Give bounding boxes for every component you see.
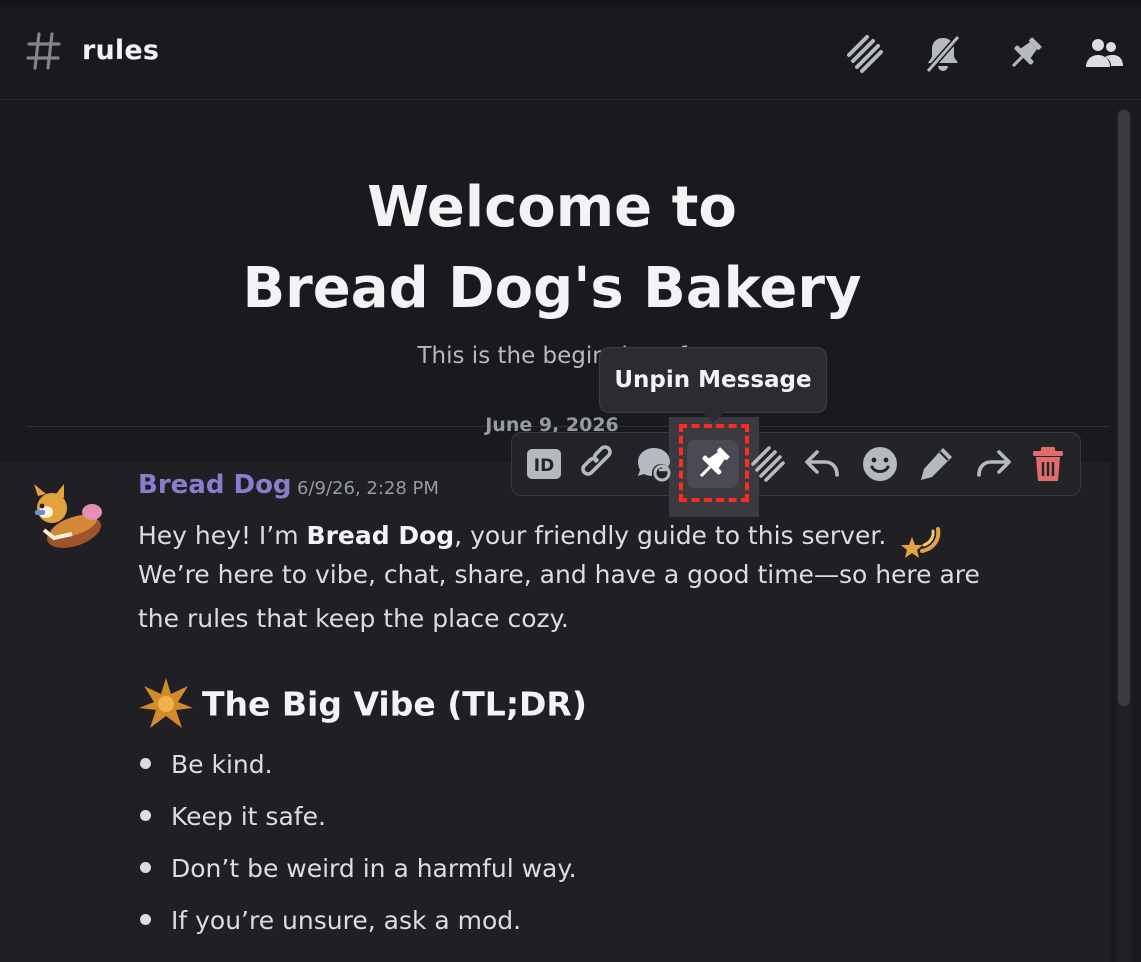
shooting-star-emoji-icon (900, 515, 944, 559)
welcome-title-line1: Welcome to (367, 175, 737, 240)
unpin-tooltip: Unpin Message (599, 347, 827, 413)
channel-name: rules (82, 35, 160, 66)
welcome-subtitle: This is the beginning of (417, 343, 687, 369)
welcome-title-line2: Bread Dog's Bakery (242, 256, 862, 321)
scrollbar-thumb[interactable] (1118, 110, 1130, 706)
tooltip-arrow (702, 412, 724, 423)
member-list-icon[interactable] (1083, 33, 1125, 75)
glowing-star-emoji-icon (138, 676, 194, 732)
avatar[interactable] (24, 482, 108, 554)
app-window: rules Welcome to Bread Dog's Bakery This… (0, 0, 1141, 962)
heading-text: The Big Vibe (TL;DR) (202, 684, 587, 724)
edit-icon[interactable] (916, 444, 956, 484)
list-item: Keep it safe. (140, 802, 326, 831)
list-item: Be kind. (140, 750, 273, 779)
copy-id-icon[interactable]: ID (524, 444, 564, 484)
pinned-messages-icon[interactable] (1004, 33, 1046, 75)
message-author[interactable]: Bread Dog (138, 470, 292, 500)
bullet-text: Don’t be weird in a harmful way. (171, 854, 577, 883)
forward-icon[interactable] (973, 444, 1013, 484)
message-line-2: We’re here to vibe, chat, share, and hav… (138, 560, 980, 589)
line1-text-pre: Hey hey! I’m (138, 521, 307, 550)
unpin-button-highlight-outline (679, 424, 749, 502)
svg-text:ID: ID (534, 456, 554, 476)
notifications-muted-icon[interactable] (922, 33, 964, 75)
list-item: Don’t be weird in a harmful way. (140, 854, 577, 883)
message-heading: The Big Vibe (TL;DR) (138, 676, 587, 732)
message-line-3: the rules that keep the place cozy. (138, 604, 569, 633)
channel-header: rules (0, 5, 1141, 100)
bullet-text: Be kind. (171, 750, 273, 779)
line1-text-post: , your friendly guide to this server. (454, 521, 887, 550)
message-line-1: Hey hey! I’m Bread Dog, your friendly gu… (138, 515, 944, 559)
bullet-dot (140, 809, 151, 821)
line1-text-bold: Bread Dog (306, 521, 455, 550)
delete-icon[interactable] (1028, 444, 1068, 484)
bullet-dot (140, 757, 151, 769)
reply-icon[interactable] (803, 444, 843, 484)
threads-icon[interactable] (843, 33, 885, 75)
bullet-text: If you’re unsure, ask a mod. (171, 906, 522, 935)
copy-link-icon[interactable] (580, 444, 620, 484)
mark-unread-icon[interactable] (636, 444, 676, 484)
create-thread-icon[interactable] (747, 444, 787, 484)
hashtag-icon (26, 31, 62, 71)
message-timestamp[interactable]: 6/9/26, 2:28 PM (297, 478, 439, 499)
bullet-dot (140, 861, 151, 873)
add-reaction-icon[interactable] (860, 444, 900, 484)
bullet-text: Keep it safe. (171, 802, 326, 831)
bullet-dot (140, 913, 151, 925)
list-item: If you’re unsure, ask a mod. (140, 906, 521, 935)
